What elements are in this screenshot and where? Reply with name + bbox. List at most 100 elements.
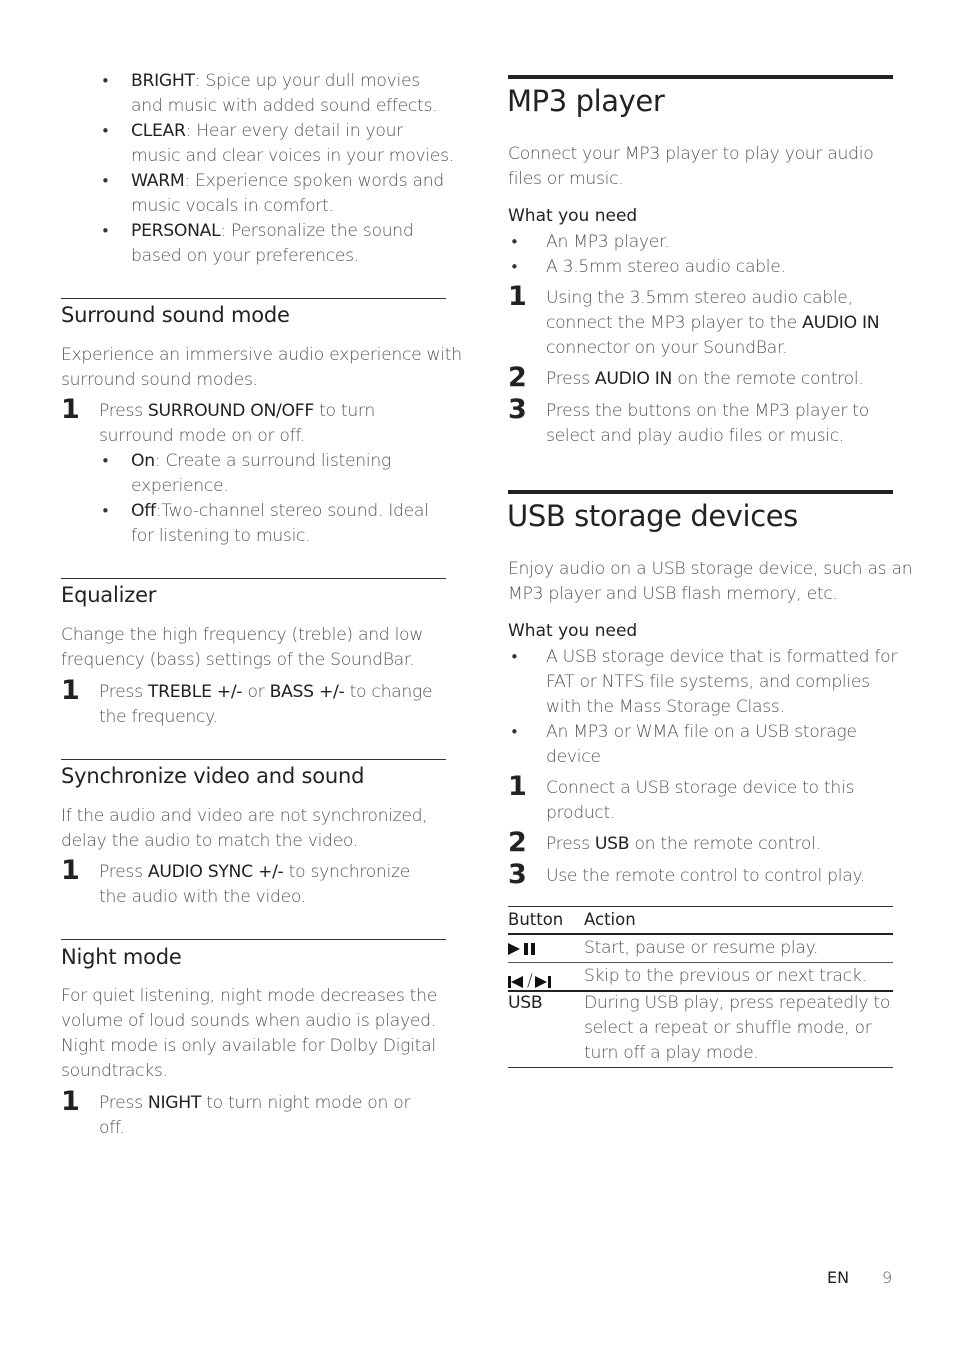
bullet: • xyxy=(101,122,110,140)
need-item: An MP3 or WMA file on a USB storage xyxy=(546,722,857,742)
section-divider xyxy=(61,939,446,940)
table-bottom-rule xyxy=(508,1067,893,1068)
page-number: 9 xyxy=(882,1268,893,1287)
next-icon xyxy=(534,975,551,988)
step-text: Press AUDIO IN on the remote control. xyxy=(546,369,864,389)
section-divider xyxy=(508,75,893,79)
list-item-cont: music and clear voices in your movies. xyxy=(131,146,454,166)
step-text: off. xyxy=(99,1118,125,1138)
section-desc: Connect your MP3 player to play your aud… xyxy=(508,144,874,164)
step-number: 1 xyxy=(61,675,80,706)
row-divider xyxy=(508,962,893,963)
section-desc: Experience an immersive audio experience… xyxy=(61,345,462,365)
table-top-rule xyxy=(508,906,893,907)
bullet: • xyxy=(510,648,519,666)
step-number: 1 xyxy=(61,855,80,886)
section-desc: Change the high frequency (treble) and l… xyxy=(61,625,424,645)
list-item-cont: and music with added sound effects. xyxy=(131,96,438,116)
list-item: CLEAR: Hear every detail in your xyxy=(131,121,403,141)
table-cell-action: turn off a play mode. xyxy=(584,1043,759,1063)
subheading: What you need xyxy=(508,621,638,641)
need-item: An MP3 player. xyxy=(546,232,670,252)
step-number: 3 xyxy=(508,394,527,425)
bullet: • xyxy=(101,222,110,240)
bullet: • xyxy=(101,502,110,520)
language-label: EN xyxy=(827,1268,850,1287)
option-item: Off:Two-channel stereo sound. Ideal xyxy=(131,501,429,521)
section-divider xyxy=(61,759,446,760)
need-item: with the Mass Storage Class. xyxy=(546,697,785,717)
bullet: • xyxy=(101,172,110,190)
step-number: 1 xyxy=(508,771,527,802)
section-divider xyxy=(508,490,893,494)
step-text: Press the buttons on the MP3 player to xyxy=(546,401,869,421)
table-header-rule xyxy=(508,933,893,935)
table-cell-action: select a repeat or shuffle mode, or xyxy=(584,1018,872,1038)
section-divider xyxy=(61,578,446,579)
section-desc: files or music. xyxy=(508,169,624,189)
list-item: PERSONAL: Personalize the sound xyxy=(131,221,414,241)
need-item: A USB storage device that is formatted f… xyxy=(546,647,898,667)
option-item-cont: experience. xyxy=(131,476,229,496)
section-title: Night mode xyxy=(61,945,182,969)
bullet: • xyxy=(510,723,519,741)
step-text: Using the 3.5mm stereo audio cable, xyxy=(546,288,853,308)
step-text: Press AUDIO SYNC +/- to synchronize xyxy=(99,862,410,882)
section-desc: Enjoy audio on a USB storage device, suc… xyxy=(508,559,913,579)
section-desc: surround sound modes. xyxy=(61,370,258,390)
section-title: Surround sound mode xyxy=(61,303,290,327)
step-text: Press TREBLE +/- or BASS +/- to change xyxy=(99,682,433,702)
section-desc: For quiet listening, night mode decrease… xyxy=(61,986,437,1006)
step-number: 3 xyxy=(508,859,527,890)
section-desc: MP3 player and USB flash memory, etc. xyxy=(508,584,838,604)
step-text: Press SURROUND ON/OFF to turn xyxy=(99,401,375,421)
section-desc: If the audio and video are not synchroni… xyxy=(61,806,428,826)
step-text: Connect a USB storage device to this xyxy=(546,778,855,798)
step-text: product. xyxy=(546,803,616,823)
step-text: connector on your SoundBar. xyxy=(546,338,788,358)
list-item: BRIGHT: Spice up your dull movies xyxy=(131,71,420,91)
table-cell-button: USB xyxy=(508,993,543,1013)
section-title: Equalizer xyxy=(61,583,157,607)
option-item-cont: for listening to music. xyxy=(131,526,311,546)
need-item: FAT or NTFS file systems, and complies xyxy=(546,672,870,692)
section-desc: volume of loud sounds when audio is play… xyxy=(61,1011,436,1031)
step-number: 1 xyxy=(508,281,527,312)
step-text: connect the MP3 player to the AUDIO IN xyxy=(546,313,880,333)
section-title: MP3 player xyxy=(507,84,665,118)
step-text: the frequency. xyxy=(99,707,218,727)
section-title: Synchronize video and sound xyxy=(61,764,365,788)
table-cell-action: Skip to the previous or next track. xyxy=(584,966,867,986)
bullet: • xyxy=(101,452,110,470)
table-cell-action: During USB play, press repeatedly to xyxy=(584,993,891,1013)
table-header-action: Action xyxy=(584,910,636,929)
section-desc: Night mode is only available for Dolby D… xyxy=(61,1036,436,1056)
step-number: 2 xyxy=(508,827,527,858)
need-item: A 3.5mm stereo audio cable. xyxy=(546,257,786,277)
step-text: Press USB on the remote control. xyxy=(546,834,821,854)
step-text: Use the remote control to control play. xyxy=(546,866,866,886)
previous-icon xyxy=(508,975,523,988)
table-cell-action: Start, pause or resume play. xyxy=(584,938,819,958)
bullet: • xyxy=(510,233,519,251)
section-desc: delay the audio to match the video. xyxy=(61,831,359,851)
play-pause-icon xyxy=(508,941,540,960)
bullet: • xyxy=(510,258,519,276)
bullet: • xyxy=(101,72,110,90)
list-item-cont: based on your preferences. xyxy=(131,246,359,266)
section-desc: soundtracks. xyxy=(61,1061,168,1081)
list-item-cont: music vocals in comfort. xyxy=(131,196,334,216)
step-number: 2 xyxy=(508,362,527,393)
section-desc: frequency (bass) settings of the SoundBa… xyxy=(61,650,415,670)
step-text: surround mode on or off. xyxy=(99,426,306,446)
table-header-button: Button xyxy=(508,910,564,929)
need-item: device xyxy=(546,747,601,767)
step-number: 1 xyxy=(61,1086,80,1117)
step-text: the audio with the video. xyxy=(99,887,306,907)
step-text: select and play audio files or music. xyxy=(546,426,845,446)
option-item: On: Create a surround listening xyxy=(131,451,391,471)
section-title: USB storage devices xyxy=(507,499,798,533)
step-text: Press NIGHT to turn night mode on or xyxy=(99,1093,411,1113)
section-divider xyxy=(61,298,446,299)
subheading: What you need xyxy=(508,206,638,226)
